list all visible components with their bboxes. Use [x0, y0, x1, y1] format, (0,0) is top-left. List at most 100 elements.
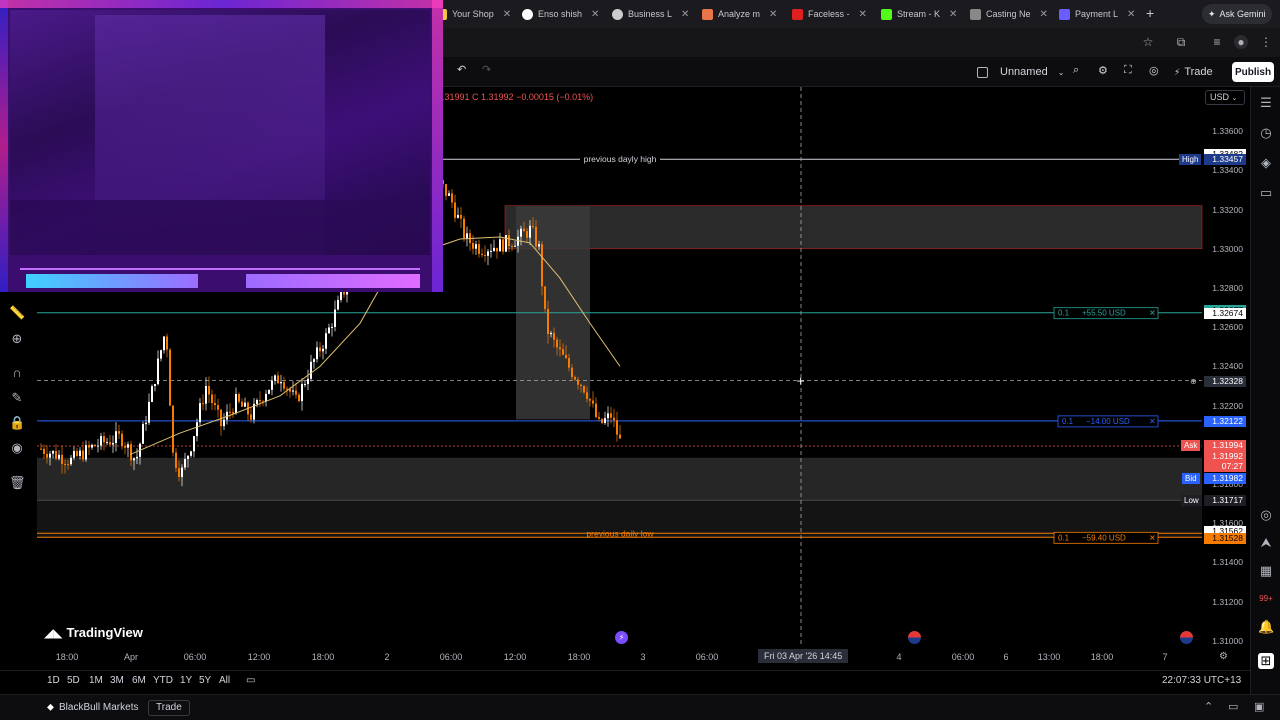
tradingview-logo: ◢◣ TradingView: [44, 625, 143, 640]
close-icon[interactable]: ✕: [949, 9, 957, 20]
candle-body: [178, 468, 180, 478]
broker-trade-button[interactable]: Trade: [148, 700, 190, 716]
price-tick-label: 1.31200: [1212, 596, 1243, 607]
close-icon[interactable]: ✕: [1040, 9, 1048, 20]
currency-selector[interactable]: USD ⌄: [1205, 90, 1245, 105]
range-1y[interactable]: 1Y: [180, 675, 192, 686]
undo-icon[interactable]: ↶: [457, 63, 466, 76]
browser-tab[interactable]: Payment L ✕: [1059, 4, 1135, 24]
candle-body: [583, 385, 585, 393]
new-tab-plus-icon[interactable]: +: [1146, 5, 1154, 21]
ask-price-label: 1.31994: [1204, 439, 1246, 451]
candle-body: [562, 349, 564, 355]
candle-body: [166, 336, 168, 350]
webcam-overlay: [0, 0, 443, 292]
alerts-clock-icon[interactable]: ◷: [1258, 125, 1274, 141]
trash-icon[interactable]: 🗑: [9, 475, 26, 491]
notifications-badge-icon[interactable]: 99+: [1258, 591, 1274, 607]
settings-gear-icon[interactable]: ⚙: [1219, 651, 1228, 662]
menu-kebab-icon[interactable]: ⋮: [1259, 35, 1273, 49]
candle-body: [574, 377, 576, 380]
watchlist-icon[interactable]: ☰: [1258, 95, 1274, 111]
browser-tab[interactable]: Analyze m ✕: [702, 4, 777, 24]
candle-body: [82, 450, 84, 460]
us-flag-event-icon[interactable]: [908, 631, 921, 644]
candle-body: [103, 436, 105, 443]
magnet-icon[interactable]: ∩: [9, 365, 25, 381]
calendar-icon[interactable]: ▦: [1258, 563, 1274, 579]
candle-body: [292, 390, 294, 392]
range-1m[interactable]: 1M: [89, 675, 103, 686]
layout-menu[interactable]: Unnamed ⌄: [977, 62, 1064, 82]
tv-logo-icon: ◢◣: [44, 625, 63, 640]
layers-icon[interactable]: ◈: [1258, 155, 1274, 171]
extensions-icon[interactable]: ⧉: [1174, 35, 1188, 49]
fullscreen-icon[interactable]: ⛶: [1124, 64, 1132, 77]
maximize-panel-icon[interactable]: ▭: [1228, 700, 1238, 713]
zoom-in-icon[interactable]: ⊕: [9, 331, 25, 347]
close-icon[interactable]: ✕: [769, 9, 777, 20]
candle-body: [121, 433, 123, 446]
ask-gemini-button[interactable]: ✦ Ask Gemini: [1202, 4, 1272, 24]
candle-body: [496, 247, 498, 252]
profile-avatar[interactable]: ●: [1234, 35, 1248, 49]
close-icon[interactable]: ✕: [503, 9, 511, 20]
candle-body: [277, 375, 279, 384]
candle-body: [88, 445, 90, 448]
ruler-icon[interactable]: 📏: [9, 305, 25, 321]
grid-apps-icon[interactable]: ⊞: [1258, 653, 1274, 669]
candle-body: [490, 250, 492, 252]
search-icon[interactable]: ⌕: [1073, 64, 1079, 77]
date-range-bar: 1D 5D 1M 3M 6M YTD 1Y 5Y All ▭ 22:07:33 …: [0, 670, 1250, 692]
close-icon[interactable]: ✕: [681, 9, 689, 20]
panel-settings-icon[interactable]: ▣: [1254, 700, 1264, 713]
camera-snapshot-icon[interactable]: ◎: [1149, 64, 1159, 77]
chat-icon[interactable]: ▭: [1258, 185, 1274, 201]
range-ytd[interactable]: YTD: [153, 675, 173, 686]
close-icon[interactable]: ✕: [591, 9, 599, 20]
goto-date-calendar-icon[interactable]: ▭: [246, 675, 255, 686]
browser-tab[interactable]: Casting Ne ✕: [970, 4, 1048, 24]
candle-body: [196, 422, 198, 437]
eye-icon[interactable]: ◉: [9, 440, 25, 456]
candle-body: [268, 389, 270, 394]
lock-icon[interactable]: 🔒: [9, 415, 25, 431]
browser-tab[interactable]: Faceless - ✕: [792, 4, 867, 24]
candle-body: [544, 286, 546, 309]
event-lightning-icon[interactable]: ⚡: [615, 631, 628, 644]
trade-button[interactable]: ⚡ Trade: [1174, 62, 1213, 82]
chevron-up-icon[interactable]: ⌃: [1204, 700, 1213, 713]
time-tick-label: 06:00: [951, 652, 975, 662]
target-icon[interactable]: ◎: [1258, 507, 1274, 523]
settings-gear-icon[interactable]: ⚙: [1098, 64, 1108, 77]
range-all[interactable]: All: [219, 675, 230, 686]
publish-button[interactable]: Publish: [1232, 62, 1274, 82]
candle-body: [472, 242, 474, 249]
us-flag-event-icon[interactable]: [1180, 631, 1193, 644]
range-6m[interactable]: 6M: [132, 675, 146, 686]
candle-body: [331, 326, 333, 328]
browser-tab[interactable]: Business L ✕: [612, 4, 689, 24]
browser-tab[interactable]: Your Shop ✕: [436, 4, 511, 24]
browser-tab[interactable]: Stream - K ✕: [881, 4, 957, 24]
candle-body: [58, 454, 60, 459]
tp2-price-label: 1.32674: [1204, 307, 1246, 319]
price-tick-label: 1.31400: [1212, 557, 1243, 568]
pencil-lock-icon[interactable]: ✎: [9, 390, 25, 406]
close-icon[interactable]: ✕: [1127, 9, 1135, 20]
browser-tab[interactable]: Enso shish ✕: [522, 4, 599, 24]
bell-icon[interactable]: 🔔: [1258, 619, 1274, 635]
ideas-arrow-icon[interactable]: ⮝: [1258, 535, 1274, 551]
range-5y[interactable]: 5Y: [199, 675, 211, 686]
range-1d[interactable]: 1D: [47, 675, 60, 686]
broker-selector[interactable]: ⬥ BlackBull Markets: [47, 702, 138, 713]
add-alert-plus-icon[interactable]: ⊕: [1187, 376, 1200, 387]
range-3m[interactable]: 3M: [110, 675, 124, 686]
range-5d[interactable]: 5D: [67, 675, 80, 686]
close-icon[interactable]: ✕: [859, 9, 867, 20]
media-icon[interactable]: ≡: [1210, 35, 1224, 49]
star-icon[interactable]: ☆: [1141, 35, 1155, 49]
redo-icon[interactable]: ↷: [482, 63, 491, 76]
candle-body: [229, 411, 231, 413]
candle-body: [523, 228, 525, 232]
